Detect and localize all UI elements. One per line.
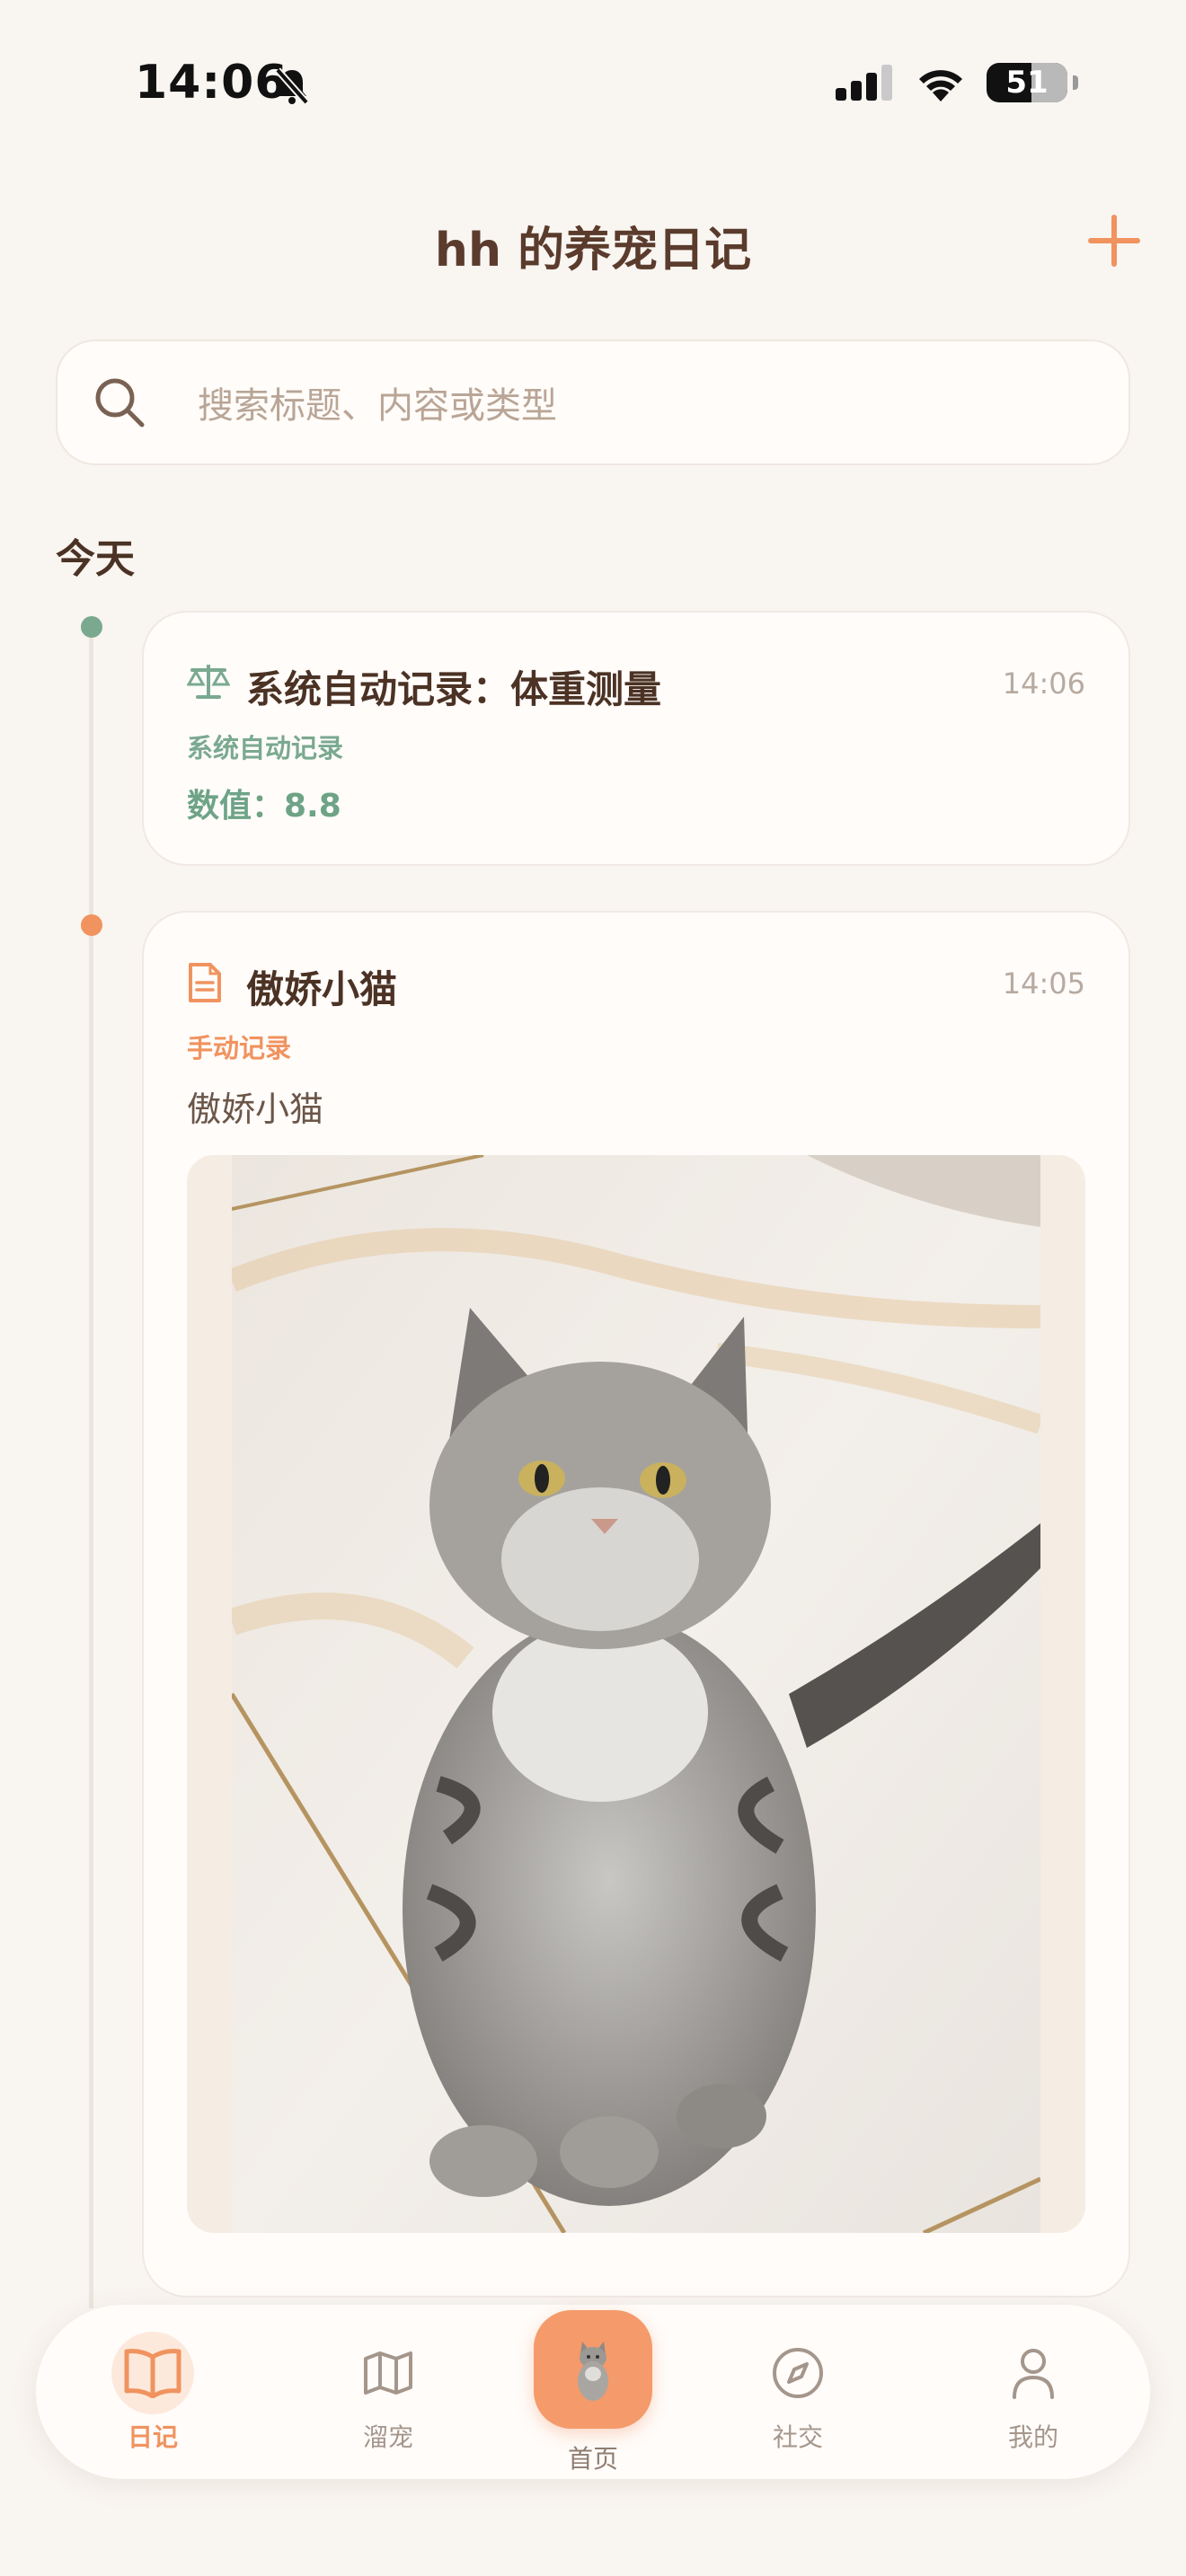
tab-label: 溜宠 [362,2422,413,2452]
book-icon [124,2349,181,2398]
entry-value: 数值：8.8 [187,788,341,825]
tab-profile[interactable]: 我的 [961,2332,1105,2454]
tab-label: 社交 [772,2422,823,2452]
document-icon [187,961,223,1008]
status-time: 14:06 [135,56,288,110]
add-entry-button[interactable] [1082,208,1146,273]
tab-social[interactable]: 社交 [726,2332,870,2454]
entry-body: 傲娇小猫 [187,1090,324,1129]
entry-time: 14:06 [1002,666,1085,701]
map-icon [364,2351,412,2395]
entry-title: 傲娇小猫 [246,967,398,1011]
scale-icon [186,661,231,704]
tab-label: 日记 [127,2422,178,2452]
entry-photo[interactable] [187,1155,1085,2233]
entry-tag: 系统自动记录 [187,733,344,763]
wifi-icon [919,70,962,101]
diary-entry-card[interactable]: 傲娇小猫 14:05 手动记录 傲娇小猫 [142,911,1130,2298]
silent-bell-icon [274,66,310,110]
home-button[interactable] [534,2310,652,2429]
timeline-dot [81,616,102,638]
entry-time: 14:05 [1002,966,1085,1001]
entry-title: 系统自动记录：体重测量 [246,667,662,711]
user-icon [1013,2349,1054,2399]
tab-diary[interactable]: 日记 [81,2332,225,2454]
diary-entry-card[interactable]: 系统自动记录：体重测量 14:06 系统自动记录 数值：8.8 [142,611,1130,866]
cat-photo-image [232,1155,1040,2233]
page-title: hh 的养宠日记 [434,224,752,278]
timeline-dot [81,914,102,936]
battery-level: 51 [1005,65,1049,101]
cellular-signal-icon [836,65,892,101]
plus-icon [1088,215,1140,267]
entry-tag: 手动记录 [187,1033,292,1063]
tab-label: 我的 [1007,2422,1058,2452]
search-icon [95,378,145,428]
search-placeholder: 搜索标题、内容或类型 [198,385,557,427]
home-label: 首页 [567,2444,618,2474]
search-input[interactable]: 搜索标题、内容或类型 [56,340,1130,465]
cat-icon [578,2342,608,2401]
battery-indicator: 51 [987,63,1067,102]
status-icons: 51 [836,63,1078,102]
section-label-today: 今天 [56,536,135,582]
compass-icon [773,2348,823,2398]
timeline-line [89,620,93,2308]
bottom-tab-bar: 日记 溜宠 首页 社交 我的 [36,2305,1150,2479]
tab-walk[interactable]: 溜宠 [316,2332,460,2454]
